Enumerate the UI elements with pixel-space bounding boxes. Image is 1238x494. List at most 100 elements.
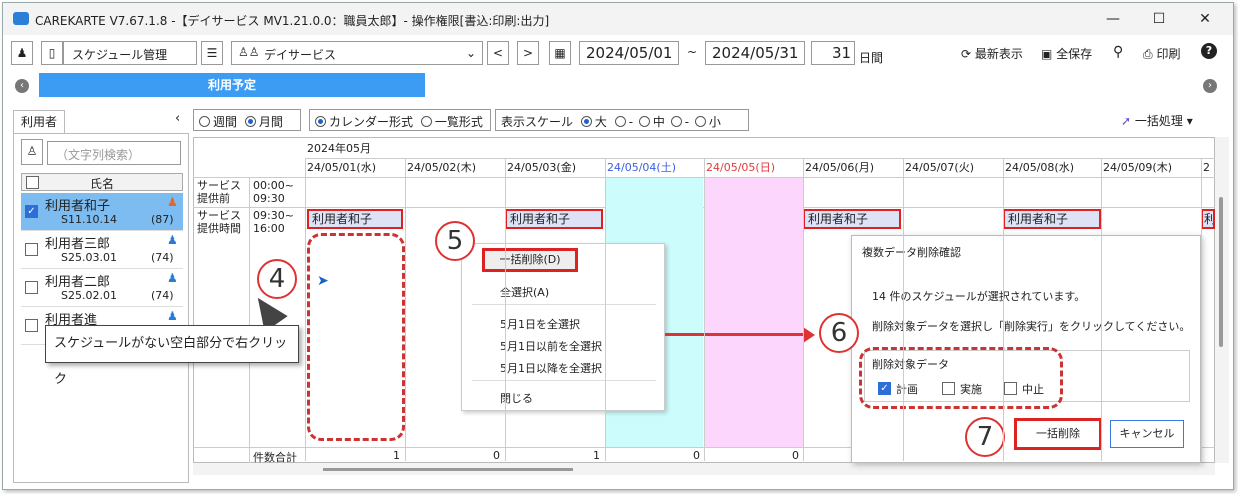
refresh-button[interactable]: ⟳ 最新表示 [961,45,1023,62]
total-cell: 1 [593,449,600,462]
user-icon[interactable]: ♟ [11,41,33,65]
device-icon[interactable]: ▯ [41,41,63,65]
next-button[interactable]: > [517,41,539,65]
save-all-button[interactable]: ▣ 全保存 [1041,45,1092,62]
minimize-button[interactable]: — [1103,9,1123,29]
radio-list[interactable]: 一覧形式 [420,115,483,129]
ctx-select-all[interactable]: 全選択(A) [500,284,549,300]
collapse-left-icon[interactable]: ‹ [175,111,180,126]
radio-scale-small[interactable]: - [670,115,689,129]
scroll-thumb[interactable] [1219,197,1223,347]
grid-column-line [803,159,804,461]
schedule-entry[interactable]: 利用者和子 [505,209,603,229]
user-checkbox[interactable] [25,319,38,332]
select-all-checkbox[interactable] [26,176,39,189]
gender-icon: ♟ [167,195,178,209]
cancel-button[interactable]: キャンセル [1110,420,1184,448]
context-menu: 一括削除(D) 全選択(A) 5月1日を全選択 5月1日以前を全選択 5月1日以… [461,243,665,411]
chevron-down-icon: ⌄ [466,46,477,60]
date-header-cell[interactable]: 24/05/01(水) [305,159,404,177]
radio-monthly[interactable]: 月間 [244,115,283,129]
ctx-bulk-delete[interactable]: 一括削除(D) [482,248,578,272]
ctx-divider [472,380,656,381]
dialog-title: 複数データ削除確認 [862,246,961,259]
banner-tab[interactable]: 利用予定 [39,73,425,97]
date-header-cell[interactable]: 24/05/03(金) [505,159,604,177]
ctx-select-before[interactable]: 5月1日以前を全選択 [500,338,602,354]
ctx-select-day[interactable]: 5月1日を全選択 [500,316,580,332]
days-input[interactable]: 31 [811,41,855,65]
grid-column-line [1201,159,1202,461]
step-6-badge: 6 [819,313,859,353]
gender-icon: ♟ [167,233,178,247]
save-icon: ▣ [1041,47,1053,61]
schedule-entry[interactable]: 利用者和子 [307,209,403,229]
list-icon[interactable]: ☰ [201,41,223,65]
radio-scale-mid2[interactable]: 中 [638,115,665,129]
bulk-process-button[interactable]: ➚ 一括処理 ▾ [1121,112,1193,129]
radio-weekly[interactable]: 週間 [199,115,237,129]
window-title: CAREKARTE V7.67.1.8 -【デイサービス MV1.21.0.0：… [35,14,550,28]
date-header-cell[interactable]: 24/05/07(火) [903,159,1002,177]
dialog-message-2: 削除対象データを選択し「削除実行」をクリックしてください。 [872,320,1191,333]
format-toggle: カレンダー形式 一覧形式 [309,109,491,131]
grid-column-line [605,159,606,461]
user-row[interactable]: ✓ 利用者和子 ♟ S11.10.14 (87) [21,193,183,231]
schedule-entry[interactable]: 利 [1201,209,1215,229]
date-header-cell[interactable]: 24/05/05(日) [704,159,803,177]
period-toggle: 週間 月間 [193,109,301,131]
date-header-cell[interactable]: 2 [1201,159,1215,177]
user-row[interactable]: 利用者二郎 ♟ S25.02.01 (74) [21,269,183,307]
user-checkbox[interactable] [25,243,38,256]
help-icon[interactable]: ? [1201,43,1217,59]
schedule-entry[interactable]: 利用者和子 [1003,209,1101,229]
group-icon: ♙♙ [238,45,260,59]
label-col-divider [249,177,250,463]
gender-icon: ♟ [167,309,178,323]
banner-prev-icon[interactable]: ‹ [15,79,29,93]
calendar-icon[interactable]: ▦ [549,41,571,65]
grid-column-line [1101,159,1102,461]
row-time-service: 09:30~ 16:00 [253,209,294,235]
radio-scale-small2[interactable]: 小 [694,115,721,129]
close-button[interactable]: ✕ [1195,9,1215,29]
date-header-cell[interactable]: 24/05/08(水) [1003,159,1102,177]
date-from-input[interactable]: 2024/05/01 [579,41,679,65]
cursor-icon: ➤ [317,273,329,289]
maximize-button[interactable]: ☐ [1149,9,1169,29]
ctx-divider [472,304,656,305]
tab-users[interactable]: 利用者 [13,110,65,134]
refresh-icon: ⟳ [961,47,972,61]
user-checkbox[interactable] [25,281,38,294]
bulk-delete-button[interactable]: 一括削除 [1014,418,1102,450]
total-cell: 0 [792,449,799,462]
search-icon[interactable]: ⚲ [1113,44,1123,60]
print-button[interactable]: ⎙ 印刷 [1143,45,1180,62]
step-7-badge: 7 [965,417,1005,457]
group-filter-icon[interactable]: ♙ [21,139,43,165]
radio-calendar[interactable]: カレンダー形式 [315,115,413,129]
banner-next-icon[interactable]: › [1203,79,1217,93]
horizontal-scrollbar[interactable] [193,463,1215,475]
row-label-service: サービス 提供時間 [197,209,241,235]
schedule-entry[interactable]: 利用者和子 [803,209,901,229]
vertical-scrollbar[interactable] [1215,137,1229,463]
radio-scale-mid[interactable]: - [614,115,633,129]
date-header-cell[interactable]: 24/05/09(木) [1101,159,1200,177]
date-header-cell[interactable]: 24/05/04(土) [605,159,704,177]
date-to-input[interactable]: 2024/05/31 [705,41,805,65]
search-input[interactable]: （文字列検索） [47,141,181,165]
service-select[interactable]: ♙♙ デイサービス ⌄ [231,41,483,65]
prev-button[interactable]: < [487,41,509,65]
hscroll-thumb[interactable] [323,468,573,471]
user-checkbox[interactable]: ✓ [25,205,38,218]
date-header-cell[interactable]: 24/05/06(月) [803,159,902,177]
ctx-select-after[interactable]: 5月1日以降を全選択 [500,360,602,376]
grid-column-line [704,159,705,461]
menu-select[interactable]: スケジュール管理 [63,41,197,65]
date-header-cell[interactable]: 24/05/02(木) [405,159,504,177]
highlight-empty-cell [307,233,405,441]
highlight-target-group [859,347,1063,409]
radio-scale-large[interactable]: 大 [580,115,607,129]
user-row[interactable]: 利用者三郎 ♟ S25.03.01 (74) [21,231,183,269]
